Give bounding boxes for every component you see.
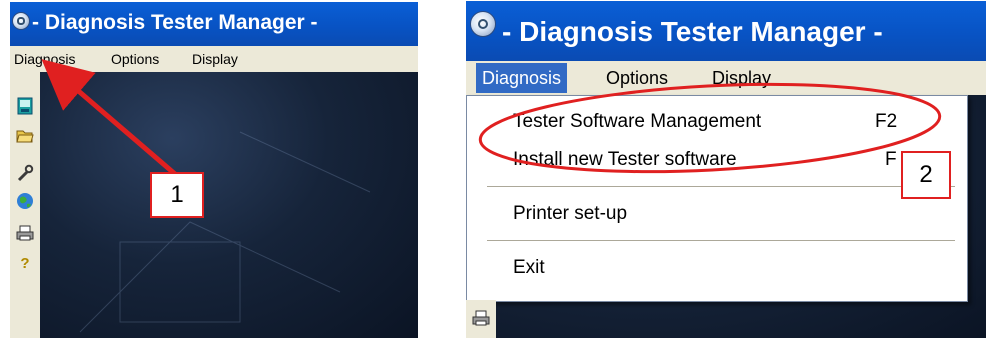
printer-icon[interactable] — [472, 309, 490, 332]
open-folder-icon[interactable] — [15, 127, 35, 147]
background-blueprint — [79, 131, 371, 333]
shortcut-f2: F2 — [875, 111, 898, 132]
menu-separator — [487, 240, 955, 241]
shortcut-f: F — [885, 149, 897, 170]
window-title: - Diagnosis Tester Manager - — [32, 11, 318, 34]
wrench-icon[interactable] — [15, 164, 35, 184]
menu-options[interactable]: Options — [111, 51, 159, 67]
menu-diagnosis[interactable]: Diagnosis — [476, 63, 568, 93]
globe-icon[interactable] — [15, 192, 35, 212]
toolbar — [466, 300, 496, 338]
menu-display[interactable]: Display — [192, 51, 238, 67]
left-screenshot: - Diagnosis Tester Manager - Diagnosis O… — [10, 2, 418, 338]
tester-icon[interactable] — [15, 97, 35, 117]
title-bar: - Diagnosis Tester Manager - — [466, 1, 986, 61]
printer-icon[interactable] — [15, 224, 35, 244]
menu-item-tester-software-management[interactable]: Tester Software Management — [513, 111, 761, 133]
menu-bar: Diagnosis Options Display — [466, 61, 986, 95]
menu-bar: Diagnosis Options Display — [10, 46, 418, 72]
toolbar: ? — [10, 72, 40, 338]
app-icon — [12, 12, 30, 30]
callout-label-1: 1 — [150, 172, 204, 218]
menu-item-exit[interactable]: Exit — [513, 257, 545, 279]
diagnosis-dropdown-menu: Tester Software Management F2 Install ne… — [466, 95, 968, 302]
menu-diagnosis[interactable]: Diagnosis — [14, 51, 75, 67]
window-title: - Diagnosis Tester Manager - — [502, 16, 883, 47]
workspace — [40, 72, 418, 338]
menu-item-printer-setup[interactable]: Printer set-up — [513, 203, 627, 225]
right-screenshot: - Diagnosis Tester Manager - Diagnosis O… — [466, 1, 986, 338]
menu-display[interactable]: Display — [712, 68, 771, 89]
app-icon — [470, 11, 496, 37]
help-icon[interactable]: ? — [15, 254, 35, 274]
menu-options[interactable]: Options — [606, 68, 668, 89]
title-bar: - Diagnosis Tester Manager - — [10, 2, 418, 46]
menu-separator — [487, 186, 955, 187]
menu-item-install-new-tester-software[interactable]: Install new Tester software — [513, 149, 737, 171]
callout-label-2: 2 — [901, 151, 951, 199]
